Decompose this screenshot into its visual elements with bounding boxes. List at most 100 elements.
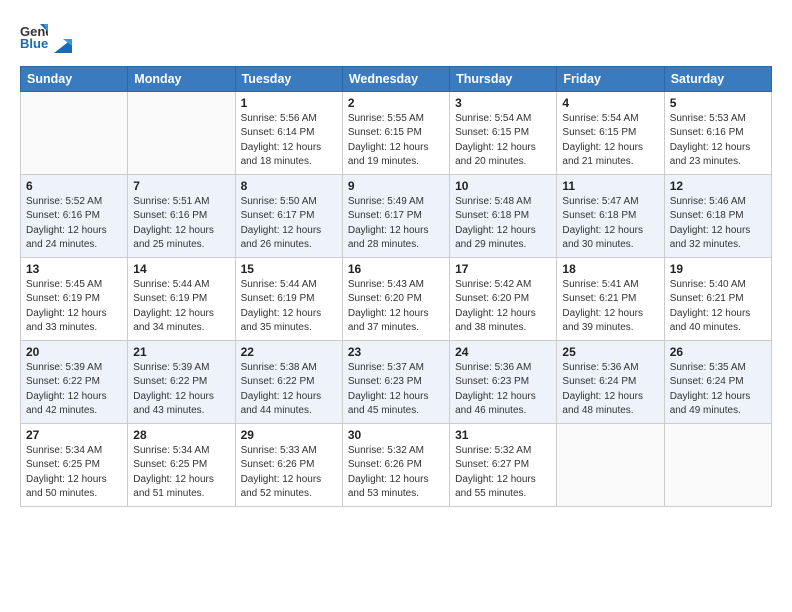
day-number: 27 [26,428,122,442]
day-info: Sunrise: 5:48 AM Sunset: 6:18 PM Dayligh… [455,195,551,253]
day-info: Sunrise: 5:56 AM Sunset: 6:14 PM Dayligh… [241,112,337,170]
day-info: Sunrise: 5:36 AM Sunset: 6:24 PM Dayligh… [562,361,658,419]
day-info: Sunrise: 5:45 AM Sunset: 6:19 PM Dayligh… [26,278,122,336]
day-number: 12 [670,179,766,193]
day-number: 1 [241,96,337,110]
logo-text [52,16,72,56]
day-number: 5 [670,96,766,110]
day-info: Sunrise: 5:35 AM Sunset: 6:24 PM Dayligh… [670,361,766,419]
day-info: Sunrise: 5:32 AM Sunset: 6:26 PM Dayligh… [348,444,444,502]
calendar-cell: 23 Sunrise: 5:37 AM Sunset: 6:23 PM Dayli… [342,340,449,423]
logo-icon: General Blue [20,22,48,50]
day-info: Sunrise: 5:55 AM Sunset: 6:15 PM Dayligh… [348,112,444,170]
calendar-cell: 10Sunrise: 5:48 AM Sunset: 6:18 PM Dayli… [450,174,557,257]
calendar-cell: 27Sunrise: 5:34 AM Sunset: 6:25 PM Dayli… [21,423,128,506]
day-info: Sunrise: 5:32 AM Sunset: 6:27 PM Dayligh… [455,444,551,502]
logo: General Blue [20,16,72,56]
day-info: Sunrise: 5:41 AM Sunset: 6:21 PM Dayligh… [562,278,658,336]
calendar-cell: 26 Sunrise: 5:35 AM Sunset: 6:24 PM Dayli… [664,340,771,423]
day-number: 21 [133,345,229,359]
day-info: Sunrise: 5:52 AM Sunset: 6:16 PM Dayligh… [26,195,122,253]
day-number: 18 [562,262,658,276]
day-number: 16 [348,262,444,276]
calendar-cell: 31 Sunrise: 5:32 AM Sunset: 6:27 PM Dayli… [450,423,557,506]
day-info: Sunrise: 5:49 AM Sunset: 6:17 PM Dayligh… [348,195,444,253]
calendar-cell: 13 Sunrise: 5:45 AM Sunset: 6:19 PM Dayli… [21,257,128,340]
day-number: 23 [348,345,444,359]
calendar-week-row: 27 Sunrise: 5:34 AM Sunset: 6:25 PM Dayli… [21,423,772,506]
calendar-cell: 22Sunrise: 5:38 AM Sunset: 6:22 PM Dayli… [235,340,342,423]
calendar-cell: 5 Sunrise: 5:53 AM Sunset: 6:16 PM Daylig… [664,91,771,174]
calendar-cell: 1 Sunrise: 5:56 AM Sunset: 6:14 PM Daylig… [235,91,342,174]
calendar-cell: 21Sunrise: 5:39 AM Sunset: 6:22 PM Dayli… [128,340,235,423]
day-number: 31 [455,428,551,442]
day-number: 17 [455,262,551,276]
day-number: 7 [133,179,229,193]
calendar-cell: 19Sunrise: 5:40 AM Sunset: 6:21 PM Dayli… [664,257,771,340]
day-info: Sunrise: 5:33 AM Sunset: 6:26 PM Dayligh… [241,444,337,502]
day-info: Sunrise: 5:36 AM Sunset: 6:23 PM Dayligh… [455,361,551,419]
day-info: Sunrise: 5:34 AM Sunset: 6:25 PM Dayligh… [133,444,229,502]
weekday-header-row: SundayMondayTuesdayWednesdayThursdayFrid… [21,66,772,91]
day-info: Sunrise: 5:44 AM Sunset: 6:19 PM Dayligh… [133,278,229,336]
day-number: 4 [562,96,658,110]
weekday-header-tuesday: Tuesday [235,66,342,91]
day-number: 11 [562,179,658,193]
calendar-cell: 30 Sunrise: 5:32 AM Sunset: 6:26 PM Dayli… [342,423,449,506]
calendar-table: SundayMondayTuesdayWednesdayThursdayFrid… [20,66,772,507]
calendar-cell: 9 Sunrise: 5:49 AM Sunset: 6:17 PM Daylig… [342,174,449,257]
day-number: 30 [348,428,444,442]
day-number: 20 [26,345,122,359]
svg-text:Blue: Blue [20,36,48,50]
day-info: Sunrise: 5:54 AM Sunset: 6:15 PM Dayligh… [562,112,658,170]
day-number: 13 [26,262,122,276]
day-number: 14 [133,262,229,276]
day-info: Sunrise: 5:44 AM Sunset: 6:19 PM Dayligh… [241,278,337,336]
calendar-cell: 20 Sunrise: 5:39 AM Sunset: 6:22 PM Dayli… [21,340,128,423]
calendar-cell: 7Sunrise: 5:51 AM Sunset: 6:16 PM Daylig… [128,174,235,257]
day-number: 8 [241,179,337,193]
calendar-cell [664,423,771,506]
day-number: 15 [241,262,337,276]
calendar-cell [128,91,235,174]
day-info: Sunrise: 5:53 AM Sunset: 6:16 PM Dayligh… [670,112,766,170]
calendar-cell: 15 Sunrise: 5:44 AM Sunset: 6:19 PM Dayli… [235,257,342,340]
header: General Blue [20,16,772,56]
page: General Blue [0,0,792,612]
calendar-week-row: 1 Sunrise: 5:56 AM Sunset: 6:14 PM Daylig… [21,91,772,174]
calendar-cell [557,423,664,506]
day-info: Sunrise: 5:50 AM Sunset: 6:17 PM Dayligh… [241,195,337,253]
day-info: Sunrise: 5:38 AM Sunset: 6:22 PM Dayligh… [241,361,337,419]
calendar-cell: 17 Sunrise: 5:42 AM Sunset: 6:20 PM Dayli… [450,257,557,340]
weekday-header-wednesday: Wednesday [342,66,449,91]
calendar-cell: 14 Sunrise: 5:44 AM Sunset: 6:19 PM Dayli… [128,257,235,340]
calendar-cell: 3Sunrise: 5:54 AM Sunset: 6:15 PM Daylig… [450,91,557,174]
calendar-cell: 6Sunrise: 5:52 AM Sunset: 6:16 PM Daylig… [21,174,128,257]
day-number: 26 [670,345,766,359]
day-info: Sunrise: 5:37 AM Sunset: 6:23 PM Dayligh… [348,361,444,419]
day-number: 2 [348,96,444,110]
calendar-cell: 29Sunrise: 5:33 AM Sunset: 6:26 PM Dayli… [235,423,342,506]
weekday-header-sunday: Sunday [21,66,128,91]
calendar-cell: 8 Sunrise: 5:50 AM Sunset: 6:17 PM Daylig… [235,174,342,257]
day-number: 9 [348,179,444,193]
weekday-header-thursday: Thursday [450,66,557,91]
calendar-cell: 16Sunrise: 5:43 AM Sunset: 6:20 PM Dayli… [342,257,449,340]
calendar-cell: 2 Sunrise: 5:55 AM Sunset: 6:15 PM Daylig… [342,91,449,174]
calendar-cell: 4 Sunrise: 5:54 AM Sunset: 6:15 PM Daylig… [557,91,664,174]
calendar-week-row: 13 Sunrise: 5:45 AM Sunset: 6:19 PM Dayli… [21,257,772,340]
day-number: 19 [670,262,766,276]
calendar-cell: 12 Sunrise: 5:46 AM Sunset: 6:18 PM Dayli… [664,174,771,257]
day-info: Sunrise: 5:54 AM Sunset: 6:15 PM Dayligh… [455,112,551,170]
weekday-header-saturday: Saturday [664,66,771,91]
calendar-cell: 18 Sunrise: 5:41 AM Sunset: 6:21 PM Dayli… [557,257,664,340]
day-number: 24 [455,345,551,359]
calendar-week-row: 6Sunrise: 5:52 AM Sunset: 6:16 PM Daylig… [21,174,772,257]
day-info: Sunrise: 5:42 AM Sunset: 6:20 PM Dayligh… [455,278,551,336]
day-info: Sunrise: 5:39 AM Sunset: 6:22 PM Dayligh… [26,361,122,419]
calendar-cell [21,91,128,174]
day-info: Sunrise: 5:46 AM Sunset: 6:18 PM Dayligh… [670,195,766,253]
weekday-header-monday: Monday [128,66,235,91]
day-number: 25 [562,345,658,359]
day-number: 28 [133,428,229,442]
